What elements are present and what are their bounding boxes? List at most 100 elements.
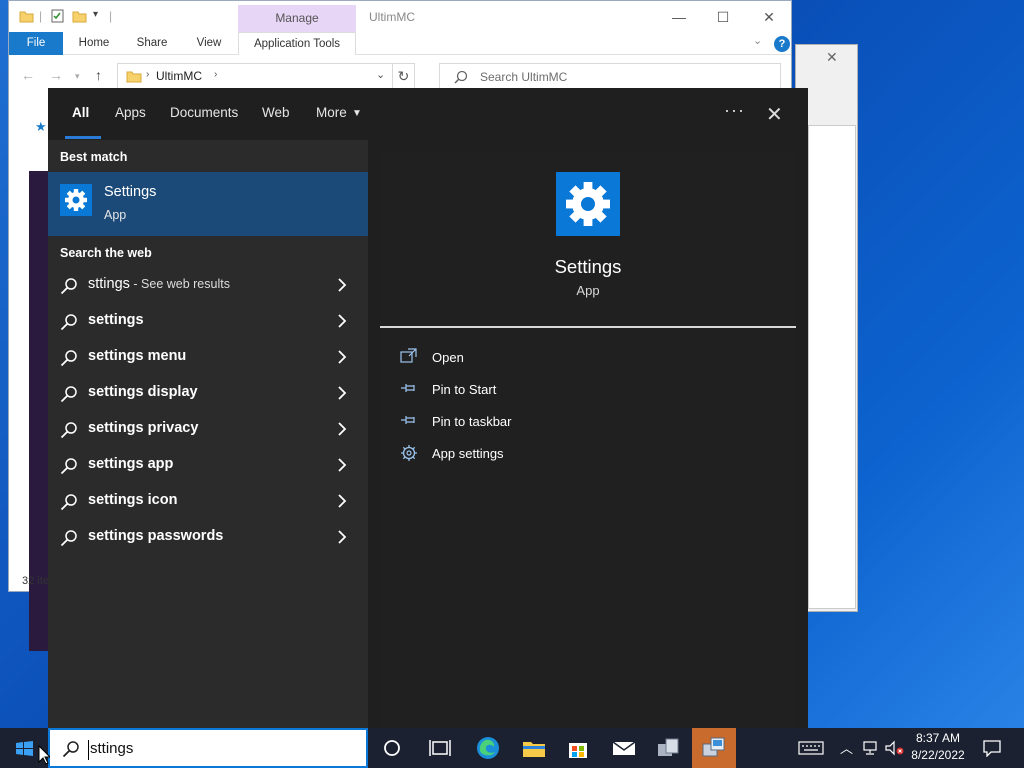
- search-flyout: All Apps Documents Web More ▼ ··· ✕ Best…: [48, 88, 808, 728]
- chevron-right-icon[interactable]: [336, 313, 348, 329]
- active-app-button[interactable]: [692, 728, 736, 768]
- address-bar[interactable]: › UltimMC › ⌄: [117, 63, 393, 89]
- recent-locations-icon[interactable]: ▾: [75, 71, 80, 82]
- chevron-down-icon[interactable]: ⌄: [753, 34, 762, 47]
- task-view-icon[interactable]: [426, 734, 454, 762]
- search-icon: [60, 386, 77, 403]
- web-suggestion-text: settings app: [88, 456, 174, 472]
- clock-time[interactable]: 8:37 AM: [905, 731, 971, 745]
- chevron-right-icon[interactable]: [336, 277, 348, 293]
- new-folder-icon[interactable]: [72, 9, 87, 23]
- network-app-icon: [702, 737, 725, 757]
- back-arrow-icon[interactable]: ←: [21, 67, 35, 83]
- preview-title: Settings: [554, 256, 622, 277]
- cortana-icon[interactable]: [378, 734, 406, 762]
- tab-all[interactable]: All: [72, 105, 89, 120]
- web-suggestion-item[interactable]: settings display: [48, 376, 368, 412]
- taskbar: sttings ︿ 8:37 AM 8/22/2022: [0, 728, 1024, 768]
- best-match-title: Settings: [104, 184, 157, 200]
- mail-icon[interactable]: [610, 734, 638, 762]
- tab-home[interactable]: Home: [73, 32, 115, 55]
- preview-pane: Settings App Open Pin to Start Pin to ta…: [380, 152, 796, 728]
- maximize-icon[interactable]: ☐: [715, 9, 731, 25]
- open-action[interactable]: Open: [400, 346, 700, 370]
- search-icon: [60, 530, 77, 547]
- search-icon: [60, 278, 77, 295]
- tab-documents[interactable]: Documents: [170, 105, 238, 120]
- search-placeholder: Search UltimMC: [480, 70, 568, 84]
- more-options-icon[interactable]: ···: [724, 100, 745, 121]
- close-icon[interactable]: ✕: [766, 102, 783, 127]
- network-icon[interactable]: [862, 740, 880, 756]
- chevron-right-icon[interactable]: [336, 457, 348, 473]
- volume-muted-icon[interactable]: [884, 740, 904, 756]
- minimize-icon[interactable]: —: [671, 9, 687, 25]
- settings-app-icon: [60, 184, 92, 216]
- manage-contextual-tab[interactable]: Manage: [238, 5, 356, 32]
- web-suggestion-text: settings privacy: [88, 420, 199, 436]
- web-suggestion-item[interactable]: settings privacy: [48, 412, 368, 448]
- action-center-icon[interactable]: [982, 739, 1002, 757]
- chevron-up-icon[interactable]: ︿: [840, 738, 853, 757]
- web-suggestion-item[interactable]: settings: [48, 304, 368, 340]
- microsoft-store-icon[interactable]: [564, 734, 592, 762]
- app-settings-action[interactable]: App settings: [400, 442, 700, 466]
- file-explorer-icon[interactable]: [520, 734, 548, 762]
- search-icon: [60, 350, 77, 367]
- tab-application-tools[interactable]: Application Tools: [238, 32, 356, 55]
- tab-file[interactable]: File: [9, 32, 63, 55]
- search-scope-tabs: All Apps Documents Web More ▼ ··· ✕: [48, 88, 808, 140]
- help-icon[interactable]: ?: [774, 36, 790, 52]
- taskbar-search-box[interactable]: sttings: [48, 728, 368, 768]
- properties-icon[interactable]: [50, 9, 65, 23]
- web-suggestion-item[interactable]: settings passwords: [48, 520, 368, 556]
- chevron-right-icon[interactable]: [336, 529, 348, 545]
- search-query-text[interactable]: sttings: [90, 740, 133, 757]
- web-suggestion-text: settings passwords: [88, 528, 224, 544]
- pin-icon: [401, 384, 415, 392]
- edge-browser-icon[interactable]: [474, 734, 502, 762]
- explorer-search-input[interactable]: Search UltimMC: [439, 63, 781, 89]
- web-suggestion-item[interactable]: settings menu: [48, 340, 368, 376]
- pin-to-start-action[interactable]: Pin to Start: [400, 378, 700, 402]
- customize-toolbar-icon[interactable]: ▾: [93, 9, 98, 20]
- chevron-down-icon[interactable]: ⌄: [376, 68, 385, 81]
- refresh-button[interactable]: ↻: [393, 63, 415, 89]
- tab-apps[interactable]: Apps: [115, 105, 146, 120]
- chevron-right-icon[interactable]: [336, 493, 348, 509]
- tab-web[interactable]: Web: [262, 105, 290, 120]
- text-caret: [88, 740, 89, 760]
- search-icon: [60, 314, 77, 331]
- background-window-content: [808, 125, 856, 609]
- app-settings-label: App settings: [432, 446, 504, 461]
- server-manager-icon[interactable]: [654, 734, 682, 762]
- tab-more[interactable]: More: [316, 105, 347, 120]
- pin-to-taskbar-action[interactable]: Pin to taskbar: [400, 410, 700, 434]
- close-icon[interactable]: ✕: [826, 49, 838, 66]
- chevron-right-icon[interactable]: [336, 421, 348, 437]
- star-icon[interactable]: ★: [35, 119, 47, 135]
- pin-to-start-label: Pin to Start: [432, 382, 497, 397]
- breadcrumb[interactable]: UltimMC: [156, 69, 202, 83]
- item-count: 32 ite: [22, 575, 49, 587]
- search-icon: [60, 458, 77, 475]
- search-icon: [62, 741, 79, 758]
- web-query: sttings: [88, 276, 130, 292]
- preview-subtitle: App: [576, 283, 600, 298]
- keyboard-icon[interactable]: [798, 740, 824, 756]
- best-match-result[interactable]: Settings App: [48, 172, 368, 236]
- web-suggestion-item[interactable]: settings app: [48, 448, 368, 484]
- clock-date[interactable]: 8/22/2022: [905, 748, 971, 762]
- web-suggestion-item[interactable]: settings icon: [48, 484, 368, 520]
- caret-down-icon[interactable]: ▼: [352, 108, 362, 119]
- close-icon[interactable]: ✕: [761, 9, 777, 25]
- pin-to-taskbar-label: Pin to taskbar: [432, 414, 512, 429]
- chevron-right-icon[interactable]: [336, 385, 348, 401]
- tab-share[interactable]: Share: [131, 32, 173, 55]
- breadcrumb-separator-icon[interactable]: ›: [214, 69, 217, 80]
- chevron-right-icon[interactable]: [336, 349, 348, 365]
- web-search-see-results[interactable]: sttings - See web results: [48, 268, 368, 304]
- up-arrow-icon[interactable]: ↑: [95, 67, 102, 83]
- tab-view[interactable]: View: [189, 32, 229, 55]
- forward-arrow-icon[interactable]: →: [49, 67, 63, 83]
